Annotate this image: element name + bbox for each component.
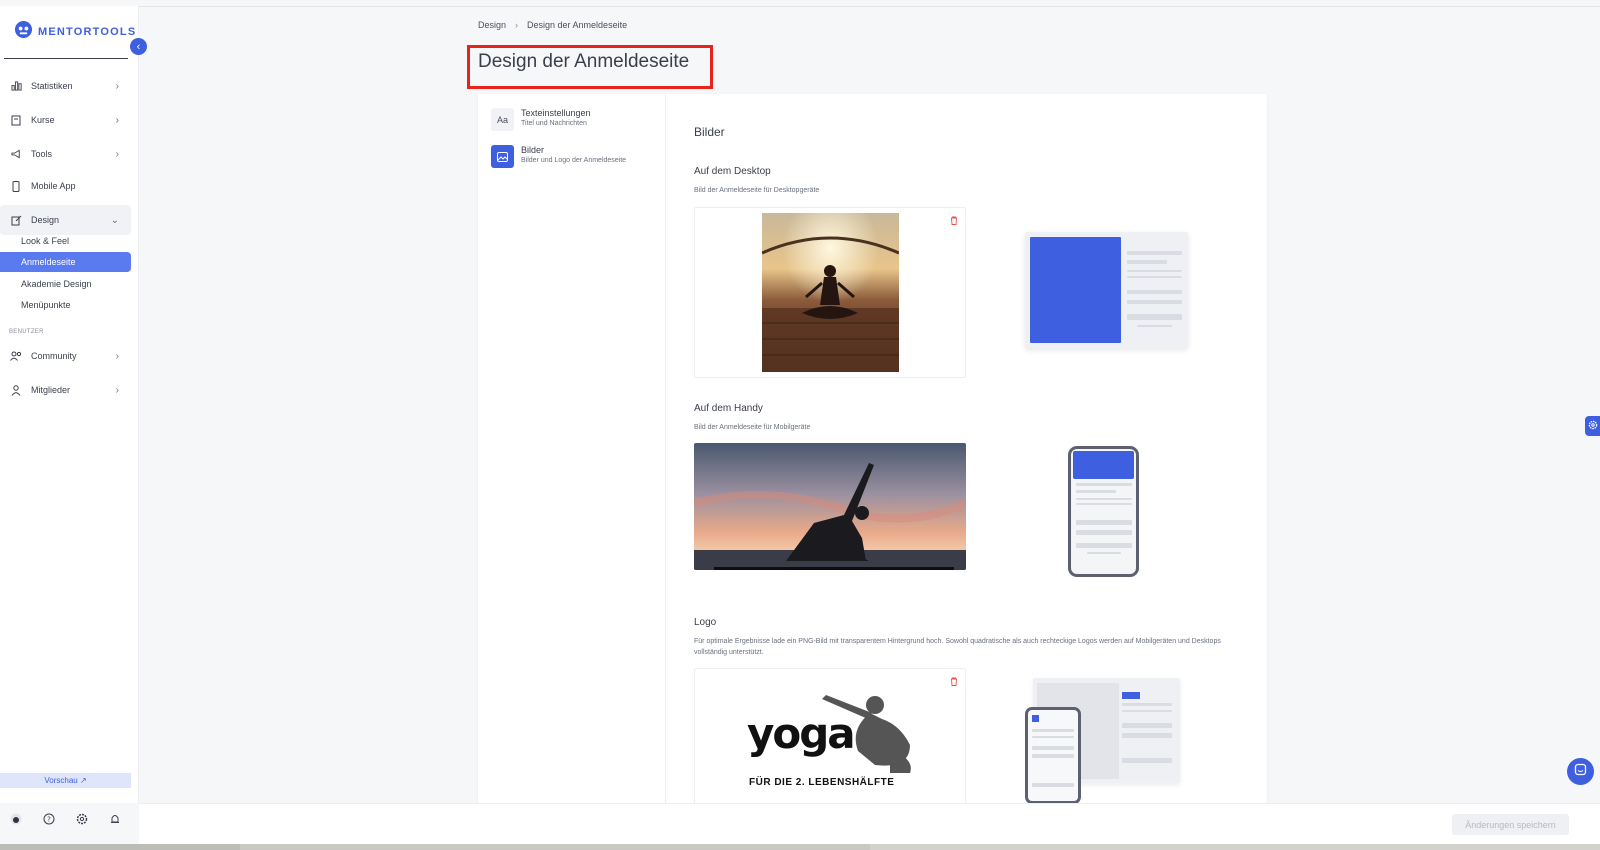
menu-item-title: Texteinstellungen — [521, 108, 591, 118]
breadcrumb: Design › Design der Anmeldeseite — [478, 20, 627, 30]
sidebar-item-tools[interactable]: Tools › — [0, 139, 131, 169]
settings-card: Aa Texteinstellungen Titel und Nachricht… — [478, 94, 1267, 804]
sidebar-subitem-akademie-design[interactable]: Akademie Design — [0, 274, 131, 294]
svg-text:?: ? — [47, 816, 51, 824]
collapse-sidebar-button[interactable]: ‹ — [130, 38, 147, 55]
text-settings-icon: Aa — [491, 108, 514, 131]
menu-item-subtitle: Bilder und Logo der Anmeldeseite — [521, 157, 627, 164]
logo-image-upload[interactable]: yoga FÜR DIE 2. LEBENSHÄLFTE — [694, 668, 966, 804]
chevron-right-icon: › — [115, 114, 119, 126]
image-icon — [491, 145, 514, 168]
sidebar-item-label: Kurse — [31, 115, 55, 125]
desktop-yoga-photo — [762, 213, 899, 372]
mobile-yoga-photo — [694, 443, 966, 570]
delete-logo-icon[interactable] — [950, 677, 958, 688]
settings-menu: Aa Texteinstellungen Titel und Nachricht… — [478, 94, 666, 804]
breadcrumb-current: Design der Anmeldeseite — [527, 20, 628, 30]
chevron-right-icon: › — [515, 20, 519, 30]
mentortools-logo-icon — [14, 20, 33, 44]
chevron-down-icon: ⌄ — [110, 214, 119, 226]
logo-preview-mockup — [1024, 678, 1180, 804]
desktop-title: Auf dem Desktop — [694, 166, 771, 177]
user-icon — [9, 383, 23, 397]
sidebar-bottom-toolbar: ? — [9, 812, 122, 826]
support-chat-button[interactable] — [1567, 758, 1594, 785]
sidebar-subitem-anmeldeseite[interactable]: Anmeldeseite — [0, 252, 131, 272]
logo-subtitle: Für optimale Ergebnisse lade ein PNG-Bil… — [694, 638, 1221, 656]
desktop-background-strip-left — [0, 844, 240, 850]
sidebar-item-label: Design — [31, 215, 60, 225]
users-icon — [9, 349, 23, 363]
chevron-right-icon: › — [115, 350, 119, 362]
preview-button[interactable]: Vorschau ↗ — [0, 773, 131, 788]
bottom-action-bar: Änderungen speichern — [139, 803, 1600, 844]
sidebar: MENTORTOOLS Statistiken › Kurse › Tools … — [0, 6, 139, 803]
chevron-right-icon: › — [115, 384, 119, 396]
floating-settings-tab[interactable] — [1585, 416, 1600, 436]
desktop-preview-mockup — [1025, 232, 1188, 348]
sidebar-item-label: Statistiken — [31, 81, 73, 91]
mobile-image-upload[interactable] — [694, 443, 966, 570]
chevron-right-icon: › — [115, 80, 119, 92]
sidebar-item-label: Mitglieder — [31, 385, 71, 395]
sidebar-item-label: Mobile App — [31, 181, 76, 191]
highlight-box — [467, 45, 713, 89]
phone-icon — [9, 179, 23, 193]
brand-logo[interactable]: MENTORTOOLS — [14, 20, 136, 44]
desktop-background-strip-right — [870, 844, 1600, 850]
bar-chart-icon — [9, 79, 23, 93]
section-heading-bilder: Bilder — [694, 125, 725, 139]
mobile-title: Auf dem Handy — [694, 403, 763, 414]
logo-wordmark: yoga — [747, 709, 856, 758]
breadcrumb-link-design[interactable]: Design — [478, 20, 506, 30]
desktop-subtitle: Bild der Anmeldeseite für Desktopgeräte — [694, 187, 820, 194]
section-label-benutzer: BENUTZER — [9, 329, 44, 335]
sidebar-item-community[interactable]: Community › — [0, 341, 131, 371]
sidebar-subitem-menuepunkte[interactable]: Menüpunkte — [0, 295, 131, 315]
brand-divider — [4, 58, 128, 59]
sidebar-subitem-look-feel[interactable]: Look & Feel — [0, 231, 131, 251]
pencil-icon — [9, 213, 23, 227]
menu-item-texteinstellungen[interactable]: Aa Texteinstellungen Titel und Nachricht… — [491, 108, 591, 131]
save-changes-button[interactable]: Änderungen speichern — [1452, 814, 1569, 835]
bell-icon[interactable] — [108, 812, 122, 826]
megaphone-icon — [9, 147, 23, 161]
sidebar-item-label: Tools — [31, 149, 53, 159]
menu-item-subtitle: Titel und Nachrichten — [521, 120, 587, 127]
sidebar-item-mitglieder[interactable]: Mitglieder › — [0, 375, 131, 405]
delete-desktop-image-icon[interactable] — [950, 216, 958, 227]
gear-icon[interactable] — [75, 812, 89, 826]
menu-item-bilder[interactable]: Bilder Bilder und Logo der Anmeldeseite — [491, 145, 626, 168]
sidebar-item-statistiken[interactable]: Statistiken › — [0, 71, 131, 101]
desktop-image-upload[interactable] — [694, 207, 966, 378]
menu-item-title: Bilder — [521, 145, 545, 155]
mobile-preview-mockup — [1068, 446, 1139, 577]
chevron-left-icon: ‹ — [136, 40, 141, 53]
logo-tagline: FÜR DIE 2. LEBENSHÄLFTE — [749, 777, 895, 788]
sidebar-item-label: Community — [31, 351, 77, 361]
chat-icon — [1574, 763, 1587, 781]
sidebar-item-mobile-app[interactable]: Mobile App — [0, 171, 131, 201]
top-divider — [0, 6, 1600, 7]
chevron-right-icon: › — [115, 148, 119, 160]
avatar[interactable] — [9, 812, 23, 826]
sidebar-item-kurse[interactable]: Kurse › — [0, 105, 131, 135]
book-icon — [9, 113, 23, 127]
gear-icon — [1588, 417, 1598, 435]
help-icon[interactable]: ? — [42, 812, 56, 826]
brand-name: MENTORTOOLS — [38, 26, 137, 38]
logo-title: Logo — [694, 617, 717, 628]
mobile-subtitle: Bild der Anmeldeseite für Mobilgeräte — [694, 424, 811, 431]
